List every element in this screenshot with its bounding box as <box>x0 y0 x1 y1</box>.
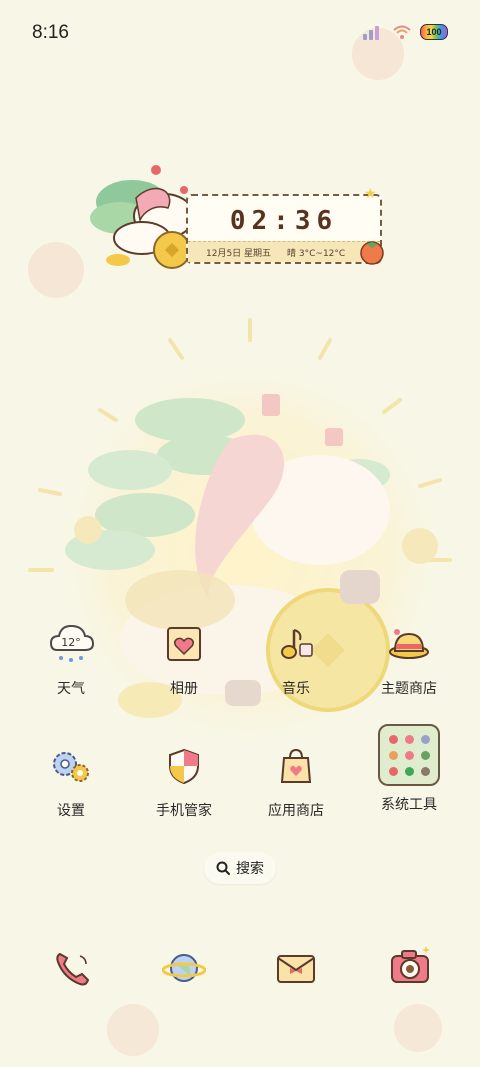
phone-icon[interactable] <box>50 946 94 990</box>
app-label: 音乐 <box>282 681 310 697</box>
browser-icon[interactable] <box>161 946 207 990</box>
battery-level: 100 <box>426 27 442 37</box>
app-themes[interactable]: 主题商店 <box>359 616 459 698</box>
clock-card: 02:36 12月5日 星期五 晴 3°C~12°C <box>186 194 382 264</box>
signal-icon <box>363 26 379 40</box>
app-label: 主题商店 <box>381 681 437 697</box>
app-settings[interactable]: 设置 <box>21 738 121 820</box>
folder-icon <box>378 724 440 786</box>
shopping-bag-icon <box>268 738 324 794</box>
shield-icon <box>156 738 212 794</box>
persimmon-icon <box>360 241 384 265</box>
app-gallery[interactable]: 相册 <box>134 616 234 698</box>
app-label: 手机管家 <box>156 803 212 819</box>
clock-widget[interactable]: 02:36 12月5日 星期五 晴 3°C~12°C ★ <box>84 160 394 275</box>
music-icon <box>268 616 324 672</box>
gear-icon <box>43 738 99 794</box>
star-icon: ★ <box>364 186 377 202</box>
app-label: 应用商店 <box>268 803 324 819</box>
gallery-icon <box>156 616 212 672</box>
clock-weather: 晴 3°C~12°C <box>287 248 346 259</box>
weather-icon: 12° <box>43 616 99 672</box>
search-icon <box>216 861 230 875</box>
camera-icon[interactable] <box>386 942 434 990</box>
status-icons: 100 <box>362 24 448 40</box>
wifi-icon <box>393 25 411 39</box>
clock-time: 02:36 <box>229 206 339 236</box>
clock-info-bar: 12月5日 星期五 晴 3°C~12°C <box>188 241 380 262</box>
messages-icon[interactable] <box>274 946 318 990</box>
search-label: 搜索 <box>236 861 264 877</box>
app-label: 系统工具 <box>381 797 437 813</box>
app-music[interactable]: 音乐 <box>246 616 346 698</box>
app-security[interactable]: 手机管家 <box>134 738 234 820</box>
clock-date: 12月5日 星期五 <box>206 248 272 259</box>
status-time: 8:16 <box>32 22 69 43</box>
svg-text:12°: 12° <box>61 636 81 649</box>
hat-icon <box>381 616 437 672</box>
app-weather[interactable]: 12° 天气 <box>21 616 121 698</box>
app-appstore[interactable]: 应用商店 <box>246 738 346 820</box>
app-label: 设置 <box>57 803 85 819</box>
battery-icon: 100 <box>420 24 448 40</box>
app-folder-tools[interactable]: 系统工具 <box>359 724 459 814</box>
app-label: 相册 <box>170 681 198 697</box>
search-button[interactable]: 搜索 <box>204 852 276 884</box>
app-label: 天气 <box>57 681 85 697</box>
dock <box>0 940 480 996</box>
